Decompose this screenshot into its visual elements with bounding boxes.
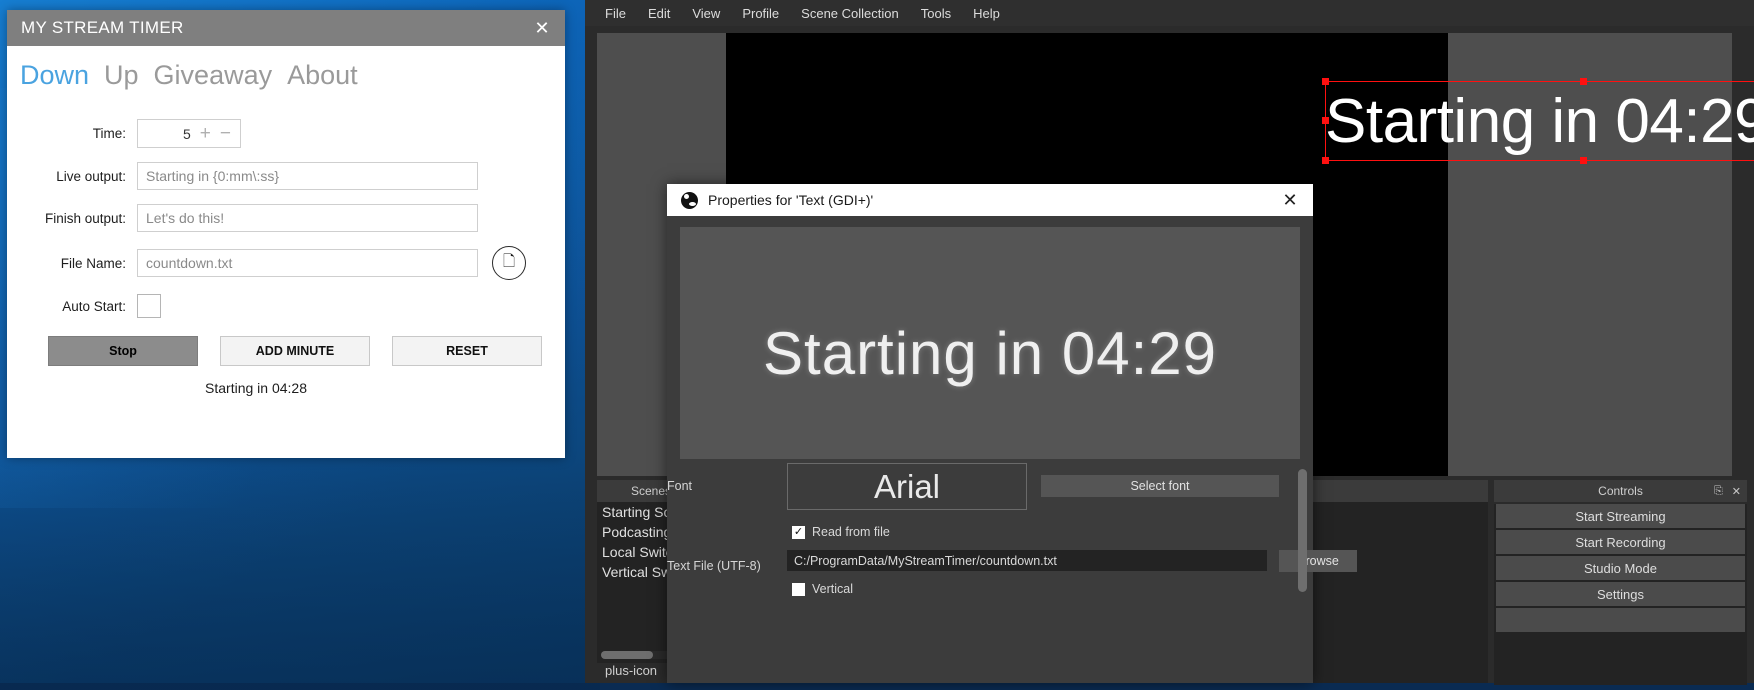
- float-icon[interactable]: ⎘: [1714, 485, 1723, 498]
- controls-dock: Controls ⎘ ✕ Start Streaming Start Recor…: [1494, 480, 1747, 685]
- text-file-input[interactable]: C:/ProgramData/MyStreamTimer/countdown.t…: [787, 550, 1267, 571]
- time-row: Time: 5 + −: [7, 119, 565, 148]
- my-stream-timer-window: MY STREAM TIMER ✕ Down Up Giveaway About…: [7, 10, 565, 458]
- tab-up[interactable]: Up: [104, 60, 139, 91]
- read-from-file-row[interactable]: ✓ Read from file: [792, 525, 890, 539]
- reset-button[interactable]: RESET: [392, 336, 542, 366]
- menu-item-tools[interactable]: Tools: [910, 3, 962, 24]
- resize-handle-top-left[interactable]: [1322, 78, 1329, 85]
- studio-mode-button[interactable]: Studio Mode: [1496, 556, 1745, 580]
- timer-window-title: MY STREAM TIMER: [21, 18, 184, 37]
- quantity-stepper[interactable]: 5 + −: [137, 119, 241, 148]
- file-name-label: File Name:: [60, 255, 126, 271]
- time-label: Time:: [92, 126, 126, 141]
- add-minute-button[interactable]: ADD MINUTE: [220, 336, 370, 366]
- timer-form: Time: 5 + − Live output: Starting in {0:…: [7, 119, 565, 396]
- properties-dialog: Properties for 'Text (GDI+)' ✕ Starting …: [667, 184, 1357, 683]
- controls-dock-tools: ⎘ ✕: [1714, 480, 1741, 502]
- tab-about[interactable]: About: [287, 60, 358, 91]
- timer-titlebar[interactable]: MY STREAM TIMER ✕: [7, 10, 565, 46]
- controls-dock-body: Start Streaming Start Recording Studio M…: [1494, 504, 1747, 685]
- resize-handle-bottom-left[interactable]: [1322, 157, 1329, 164]
- properties-preview-text: Starting in 04:29: [763, 320, 1217, 387]
- close-icon[interactable]: ✕: [1732, 485, 1741, 498]
- file-name-input[interactable]: countdown.txt: [137, 249, 478, 277]
- menu-item-view[interactable]: View: [681, 3, 731, 24]
- live-output-row: Live output: Starting in {0:mm\:ss}: [7, 162, 565, 190]
- finish-output-label: Finish output:: [44, 210, 126, 226]
- timer-status-text: Starting in 04:28: [205, 380, 307, 396]
- copy-icon[interactable]: 🗋: [492, 246, 526, 280]
- auto-start-checkbox[interactable]: [137, 294, 161, 318]
- properties-dialog-title: Properties for 'Text (GDI+)': [708, 192, 874, 208]
- resize-handle-middle-left[interactable]: [1322, 117, 1329, 124]
- vertical-checkbox[interactable]: [792, 582, 805, 596]
- menu-item-help[interactable]: Help: [962, 3, 1011, 24]
- start-streaming-button[interactable]: Start Streaming: [1496, 504, 1745, 528]
- menu-item-scene-collection[interactable]: Scene Collection: [790, 3, 910, 24]
- start-recording-button[interactable]: Start Recording: [1496, 530, 1745, 554]
- plus-icon[interactable]: +: [200, 124, 211, 143]
- controls-dock-title-label: Controls: [1598, 484, 1643, 498]
- wallpaper-shadow: [0, 450, 600, 690]
- text-file-label: Text File (UTF-8): [667, 559, 761, 573]
- menu-item-profile[interactable]: Profile: [731, 3, 790, 24]
- file-name-row: File Name: countdown.txt 🗋: [7, 246, 565, 280]
- stop-button[interactable]: Stop: [48, 336, 198, 366]
- scrollbar-thumb[interactable]: [601, 651, 653, 659]
- properties-preview-canvas: Starting in 04:29: [680, 227, 1300, 459]
- scrollbar-thumb[interactable]: [1298, 469, 1307, 592]
- tab-giveaway[interactable]: Giveaway: [154, 60, 273, 91]
- close-icon[interactable]: ✕: [1267, 184, 1313, 216]
- finish-output-input[interactable]: Let's do this!: [137, 204, 478, 232]
- auto-start-row: Auto Start:: [7, 294, 565, 318]
- font-label: Font: [667, 479, 693, 493]
- timer-tab-bar: Down Up Giveaway About: [7, 46, 565, 91]
- time-value: 5: [182, 125, 191, 142]
- obs-logo-icon: [681, 191, 698, 209]
- vertical-row[interactable]: Vertical: [792, 582, 853, 596]
- close-icon[interactable]: ✕: [519, 10, 565, 46]
- live-output-input[interactable]: Starting in {0:mm\:ss}: [137, 162, 478, 190]
- source-selection-rectangle[interactable]: [1322, 78, 1754, 164]
- read-from-file-label: Read from file: [812, 525, 890, 539]
- minus-icon[interactable]: −: [220, 124, 231, 143]
- exit-button[interactable]: [1496, 608, 1745, 632]
- timer-button-row: Stop ADD MINUTE RESET: [48, 336, 565, 366]
- font-preview-box: Arial: [787, 463, 1027, 510]
- resize-handle-top-middle[interactable]: [1580, 78, 1587, 85]
- settings-button[interactable]: Settings: [1496, 582, 1745, 606]
- live-output-label: Live output:: [56, 168, 126, 184]
- auto-start-label: Auto Start:: [62, 298, 126, 314]
- vertical-label: Vertical: [812, 582, 853, 596]
- controls-dock-title: Controls ⎘ ✕: [1494, 480, 1747, 502]
- menu-item-edit[interactable]: Edit: [637, 3, 681, 24]
- obs-menu-bar: File Edit View Profile Scene Collection …: [585, 0, 1754, 26]
- finish-output-row: Finish output: Let's do this!: [7, 204, 565, 232]
- browse-button[interactable]: Browse: [1279, 550, 1357, 572]
- select-font-button[interactable]: Select font: [1041, 475, 1279, 497]
- resize-handle-bottom-middle[interactable]: [1580, 157, 1587, 164]
- tab-down[interactable]: Down: [20, 60, 89, 91]
- properties-vertical-scrollbar[interactable]: [1298, 469, 1307, 592]
- properties-dialog-titlebar[interactable]: Properties for 'Text (GDI+)' ✕: [667, 184, 1313, 216]
- read-from-file-checkbox[interactable]: ✓: [792, 525, 805, 539]
- menu-item-file[interactable]: File: [594, 3, 637, 24]
